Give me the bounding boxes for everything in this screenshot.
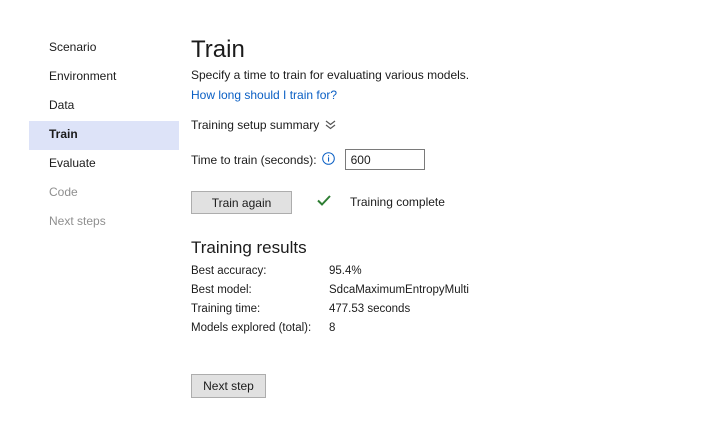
training-status: Training complete [317, 195, 445, 209]
result-label: Best accuracy: [191, 265, 267, 277]
sidebar-item-scenario[interactable]: Scenario [29, 34, 179, 63]
result-value: 8 [329, 322, 336, 334]
sidebar: Scenario Environment Data Train Evaluate… [29, 34, 179, 237]
result-row-best-model: Best model: SdcaMaximumEntropyMulti [191, 283, 469, 302]
sidebar-item-data[interactable]: Data [29, 92, 179, 121]
info-icon[interactable] [321, 151, 335, 168]
sidebar-item-next-steps: Next steps [49, 214, 106, 228]
result-value: 95.4% [329, 265, 362, 277]
sidebar-item-code: Code [49, 185, 78, 199]
result-label: Training time: [191, 303, 261, 315]
training-status-text: Training complete [350, 195, 445, 209]
page-subtitle: Specify a time to train for evaluating v… [191, 68, 470, 82]
sidebar-item-environment[interactable]: Environment [29, 63, 179, 92]
result-value: SdcaMaximumEntropyMulti [329, 284, 469, 296]
time-to-train-row: Time to train (seconds): [191, 149, 425, 170]
training-setup-summary-toggle[interactable]: Training setup summary [191, 116, 336, 133]
result-value: 477.53 seconds [329, 303, 411, 315]
result-row-training-time: Training time: 477.53 seconds [191, 302, 469, 321]
result-row-best-accuracy: Best accuracy: 95.4% [191, 264, 469, 283]
double-chevron-down-icon [325, 119, 336, 133]
train-page: Scenario Environment Data Train Evaluate… [0, 0, 701, 448]
sidebar-item-evaluate[interactable]: Evaluate [29, 150, 179, 179]
time-to-train-label: Time to train (seconds): [191, 152, 317, 167]
main-content: Train Specify a time to train for evalua… [191, 0, 691, 448]
time-to-train-input[interactable] [344, 149, 425, 170]
training-results-list: Best accuracy: 95.4% Best model: SdcaMax… [191, 264, 469, 340]
sidebar-item-train[interactable]: Train [29, 121, 179, 150]
result-label: Best model: [191, 284, 252, 296]
summary-toggle-label: Training setup summary [191, 117, 320, 132]
result-label: Models explored (total): [191, 322, 312, 334]
training-results-heading: Training results [191, 238, 307, 257]
result-row-models-explored: Models explored (total): 8 [191, 321, 469, 340]
page-title: Train [191, 36, 245, 63]
train-again-button[interactable]: Train again [191, 191, 292, 214]
next-step-button[interactable]: Next step [191, 374, 266, 398]
train-duration-help-link[interactable]: How long should I train for? [191, 88, 337, 102]
checkmark-icon [317, 195, 331, 209]
